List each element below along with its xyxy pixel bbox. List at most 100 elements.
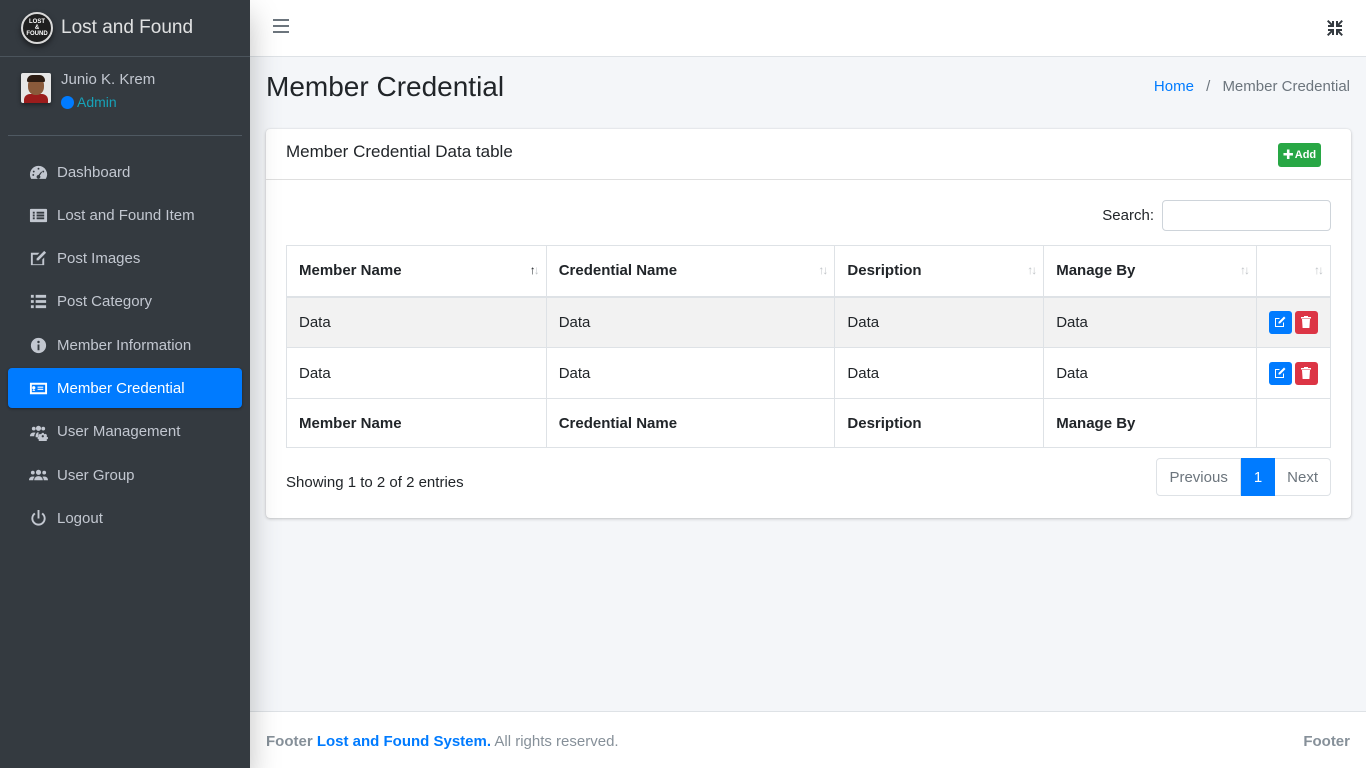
add-button-label: Add <box>1294 149 1317 161</box>
brand-link[interactable]: LOST & FOUND Lost and Found <box>0 0 250 57</box>
sort-icon: ↑↓ <box>1239 263 1250 277</box>
sort-icon: ↑↓ <box>1027 263 1037 277</box>
cell-credential-name: Data <box>545 296 836 348</box>
plus-icon: ✚ <box>1282 147 1294 162</box>
brand-text: Lost and Found <box>61 17 194 38</box>
cell-member-name: Data <box>286 347 547 399</box>
column-header-description[interactable]: Desription ↑↓ <box>834 245 1045 298</box>
sidebar-item-label: Post Images <box>57 250 141 268</box>
footer-description: Desription <box>834 398 1045 448</box>
sidebar-item-label: User Group <box>57 466 135 484</box>
column-header-credential-name[interactable]: Credential Name ↑↓ <box>545 245 836 298</box>
table-row: Data Data Data Data <box>286 347 1332 399</box>
cell-actions <box>1255 347 1332 399</box>
column-header-actions[interactable]: ↑↓ <box>1255 245 1332 298</box>
sidebar-item-member-information[interactable]: Member Information <box>8 325 242 365</box>
status-dot-icon <box>61 95 74 109</box>
table-footer-row: Member Name Credential Name Desription M… <box>286 398 1332 448</box>
page-1-button[interactable]: 1 <box>1240 458 1276 496</box>
sidebar-item-label: Dashboard <box>57 163 131 181</box>
sidebar-item-post-images[interactable]: Post Images <box>8 239 242 279</box>
column-header-member-name[interactable]: Member Name ↑↓ <box>286 245 547 298</box>
page-title: Member Credential <box>266 71 505 102</box>
card-header: Member Credential Data table ✚ Add <box>266 129 1351 180</box>
cell-description: Data <box>834 296 1045 348</box>
compress-icon[interactable] <box>1326 19 1344 37</box>
id-card-icon <box>27 377 49 399</box>
sidebar-item-label: Member Credential <box>57 379 185 397</box>
delete-button[interactable] <box>1294 361 1318 385</box>
footer-manage-by: Manage By <box>1043 398 1257 448</box>
sidebar-item-label: Lost and Found Item <box>57 206 195 224</box>
list-icon <box>27 291 49 313</box>
edit-icon <box>1275 316 1286 328</box>
sidebar-item-label: Post Category <box>57 293 153 311</box>
main-sidebar: LOST & FOUND Lost and Found Junio K. Krem … <box>0 0 250 768</box>
sidebar-item-label: Member Information <box>57 336 192 354</box>
edit-icon <box>1275 367 1286 378</box>
cell-description: Data <box>834 347 1045 399</box>
top-navbar <box>250 0 1366 57</box>
sidebar-item-label: User Management <box>57 423 181 441</box>
breadcrumb: Home / Member Credential <box>1154 78 1350 95</box>
data-table-card: Member Credential Data table ✚ Add Searc… <box>266 129 1351 518</box>
footer-copyright: Footer Lost and Found System. All rights… <box>266 733 619 750</box>
sidebar-item-dashboard[interactable]: Dashboard <box>8 152 242 192</box>
user-role-label: Admin <box>77 94 117 110</box>
search-input[interactable] <box>1162 200 1331 231</box>
sidebar-item-member-credential[interactable]: Member Credential <box>8 368 242 409</box>
tachometer-icon <box>27 161 49 183</box>
column-header-manage-by[interactable]: Manage By ↑↓ <box>1043 245 1257 298</box>
users-cog-icon <box>27 421 49 443</box>
footer-suffix: All rights reserved. <box>494 733 619 750</box>
breadcrumb-home-link[interactable]: Home <box>1154 78 1194 95</box>
pagination: Previous 1 Next <box>1156 458 1331 496</box>
cell-actions <box>1255 296 1332 348</box>
search-label: Search: <box>1102 207 1154 224</box>
footer-right: Footer <box>1303 733 1350 750</box>
info-circle-icon <box>27 334 49 356</box>
footer-credential-name: Credential Name <box>545 398 836 448</box>
edit-button[interactable] <box>1268 361 1292 385</box>
sidebar-item-lost-found-item[interactable]: Lost and Found Item <box>8 195 242 235</box>
sort-asc-icon: ↑↓ <box>529 263 540 277</box>
delete-button[interactable] <box>1294 310 1318 334</box>
sidebar-nav: Dashboard Lost and Found Item Post Image… <box>0 152 250 538</box>
power-off-icon <box>27 507 49 529</box>
card-title: Member Credential Data table <box>286 142 513 161</box>
footer-system-link[interactable]: Lost and Found System. <box>317 733 491 750</box>
sidebar-item-user-management[interactable]: User Management <box>8 412 242 452</box>
add-button[interactable]: ✚ Add <box>1278 143 1321 167</box>
previous-page-button[interactable]: Previous <box>1156 458 1241 496</box>
footer-actions <box>1255 398 1332 448</box>
table-info: Showing 1 to 2 of 2 entries <box>286 474 464 491</box>
sidebar-item-post-category[interactable]: Post Category <box>8 282 242 322</box>
breadcrumb-current: Member Credential <box>1222 78 1350 95</box>
cell-credential-name: Data <box>545 347 836 399</box>
trash-icon <box>1301 367 1312 379</box>
next-page-button[interactable]: Next <box>1275 458 1331 496</box>
avatar[interactable] <box>21 73 51 103</box>
edit-button[interactable] <box>1268 310 1292 334</box>
cell-manage-by: Data <box>1043 347 1257 399</box>
cell-member-name: Data <box>286 296 547 348</box>
trash-icon <box>1301 316 1312 329</box>
footer-prefix: Footer <box>266 733 313 750</box>
hamburger-menu-icon[interactable] <box>273 19 289 35</box>
table-header-row: Member Name ↑↓ Credential Name ↑↓ Desripti… <box>286 245 1332 298</box>
user-name[interactable]: Junio K. Krem <box>61 71 155 88</box>
footer-member-name: Member Name <box>286 398 547 448</box>
sidebar-item-user-group[interactable]: User Group <box>8 455 242 495</box>
breadcrumb-separator: / <box>1206 78 1211 95</box>
main-footer: Footer Lost and Found System. All rights… <box>250 711 1366 768</box>
table-row: Data Data Data Data <box>286 296 1332 348</box>
sidebar-item-logout[interactable]: Logout <box>8 498 242 538</box>
user-panel: Junio K. Krem Admin <box>8 57 242 136</box>
list-alt-icon <box>27 204 49 226</box>
edit-icon <box>27 248 49 270</box>
sort-icon: ↑↓ <box>1314 263 1324 277</box>
brand-logo: LOST & FOUND <box>21 12 53 44</box>
member-credential-table: Member Name ↑↓ Credential Name ↑↓ Desripti… <box>286 245 1332 448</box>
search-row: Search: <box>1102 200 1331 231</box>
users-icon <box>27 464 49 486</box>
